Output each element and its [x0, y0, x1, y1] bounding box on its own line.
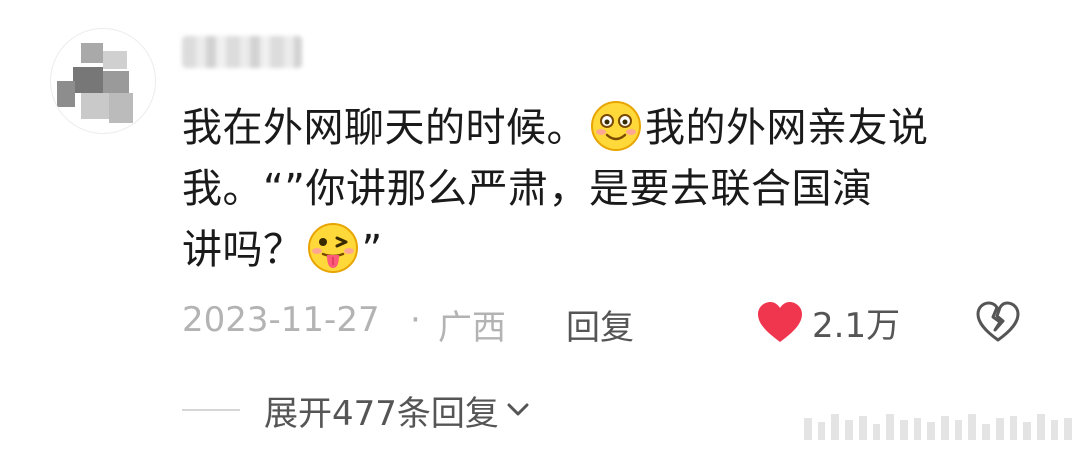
comment-line-3-text: 讲吗？	[182, 227, 304, 273]
smile-emoji-icon	[589, 99, 643, 153]
comment-line-1-text: 我在外网聊天的时候。	[182, 105, 587, 151]
comment-line-3: 讲吗？ ”	[182, 220, 1022, 281]
comment-location: 广西	[438, 308, 506, 348]
comment-date: 2023-11-27	[182, 300, 380, 340]
chevron-down-icon	[507, 403, 529, 416]
username-blurred[interactable]	[182, 36, 302, 68]
dislike-button[interactable]	[974, 298, 1022, 346]
like-button[interactable]: 2.1万	[756, 300, 901, 346]
comment-text: 我在外网聊天的时候。 我的外网亲友说 我。“”你讲那么严肃，是要去联合国演 讲吗…	[182, 98, 1022, 281]
comment-line-3-end: ”	[361, 227, 383, 273]
comment-line-1-rest: 我的外网亲友说	[645, 105, 929, 151]
meta-separator: ·	[410, 300, 421, 340]
expand-replies-row: 展开477条回复	[182, 386, 533, 434]
broken-heart-icon	[976, 301, 1020, 342]
comment-line-1: 我在外网聊天的时候。 我的外网亲友说	[182, 98, 1022, 159]
reply-button[interactable]: 回复	[566, 300, 634, 349]
avatar[interactable]	[50, 28, 156, 134]
expand-divider	[182, 409, 240, 411]
heart-icon	[758, 302, 802, 342]
expand-replies-button[interactable]: 展开477条回复	[264, 386, 533, 435]
comment-meta-row: 2023-11-27 · 广西 回复 2.1万	[182, 298, 1042, 348]
like-count: 2.1万	[812, 305, 901, 346]
expand-replies-label: 展开477条回复	[264, 393, 499, 434]
comment-line-2: 我。“”你讲那么严肃，是要去联合国演	[182, 166, 873, 212]
watermark-blurred	[804, 408, 1073, 440]
tongue-wink-emoji-icon	[306, 221, 360, 275]
